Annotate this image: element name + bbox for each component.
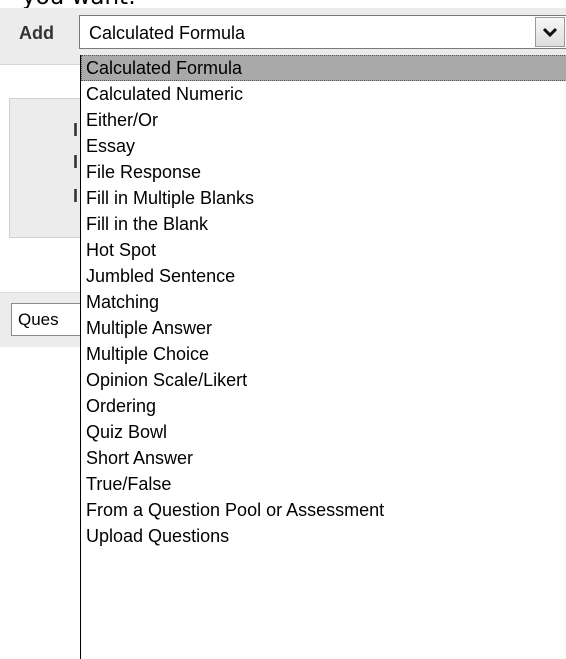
dropdown-option[interactable]: Matching bbox=[81, 289, 566, 315]
panel-text-fragment: I bbox=[73, 120, 79, 140]
panel-text-fragment: I bbox=[73, 186, 79, 206]
dropdown-option[interactable]: Fill in Multiple Blanks bbox=[81, 185, 566, 211]
dropdown-option[interactable]: Fill in the Blank bbox=[81, 211, 566, 237]
dropdown-option[interactable]: Either/Or bbox=[81, 107, 566, 133]
dropdown-option[interactable]: Ordering bbox=[81, 393, 566, 419]
add-label: Add bbox=[19, 23, 54, 43]
dropdown-option[interactable]: Jumbled Sentence bbox=[81, 263, 566, 289]
dropdown-option[interactable]: Calculated Numeric bbox=[81, 81, 566, 107]
chevron-down-icon[interactable] bbox=[535, 17, 565, 47]
select-value: Calculated Formula bbox=[89, 23, 246, 43]
dropdown-option[interactable]: File Response bbox=[81, 159, 566, 185]
dropdown-option[interactable]: Essay bbox=[81, 133, 566, 159]
dropdown-option[interactable]: Multiple Choice bbox=[81, 341, 566, 367]
filter-value: Ques bbox=[18, 310, 59, 329]
page: you want: Add Calculated Formula I I I Q… bbox=[0, 0, 566, 659]
dropdown-option[interactable]: Upload Questions bbox=[81, 523, 566, 549]
dropdown-option[interactable]: True/False bbox=[81, 471, 566, 497]
question-type-select[interactable]: Calculated Formula bbox=[79, 15, 566, 49]
dropdown-option[interactable]: Multiple Answer bbox=[81, 315, 566, 341]
dropdown-option[interactable]: From a Question Pool or Assessment bbox=[81, 497, 566, 523]
dropdown-option[interactable]: Quiz Bowl bbox=[81, 419, 566, 445]
dropdown-option[interactable]: Opinion Scale/Likert bbox=[81, 367, 566, 393]
chevron-down-icon-glyph bbox=[543, 27, 557, 38]
question-type-dropdown-list[interactable]: Calculated Formula Calculated Numeric Eith… bbox=[80, 55, 566, 659]
dropdown-option[interactable]: Calculated Formula bbox=[81, 55, 566, 81]
dropdown-option[interactable]: Short Answer bbox=[81, 445, 566, 471]
panel-text-fragment: I bbox=[73, 152, 79, 172]
dropdown-option[interactable]: Hot Spot bbox=[81, 237, 566, 263]
